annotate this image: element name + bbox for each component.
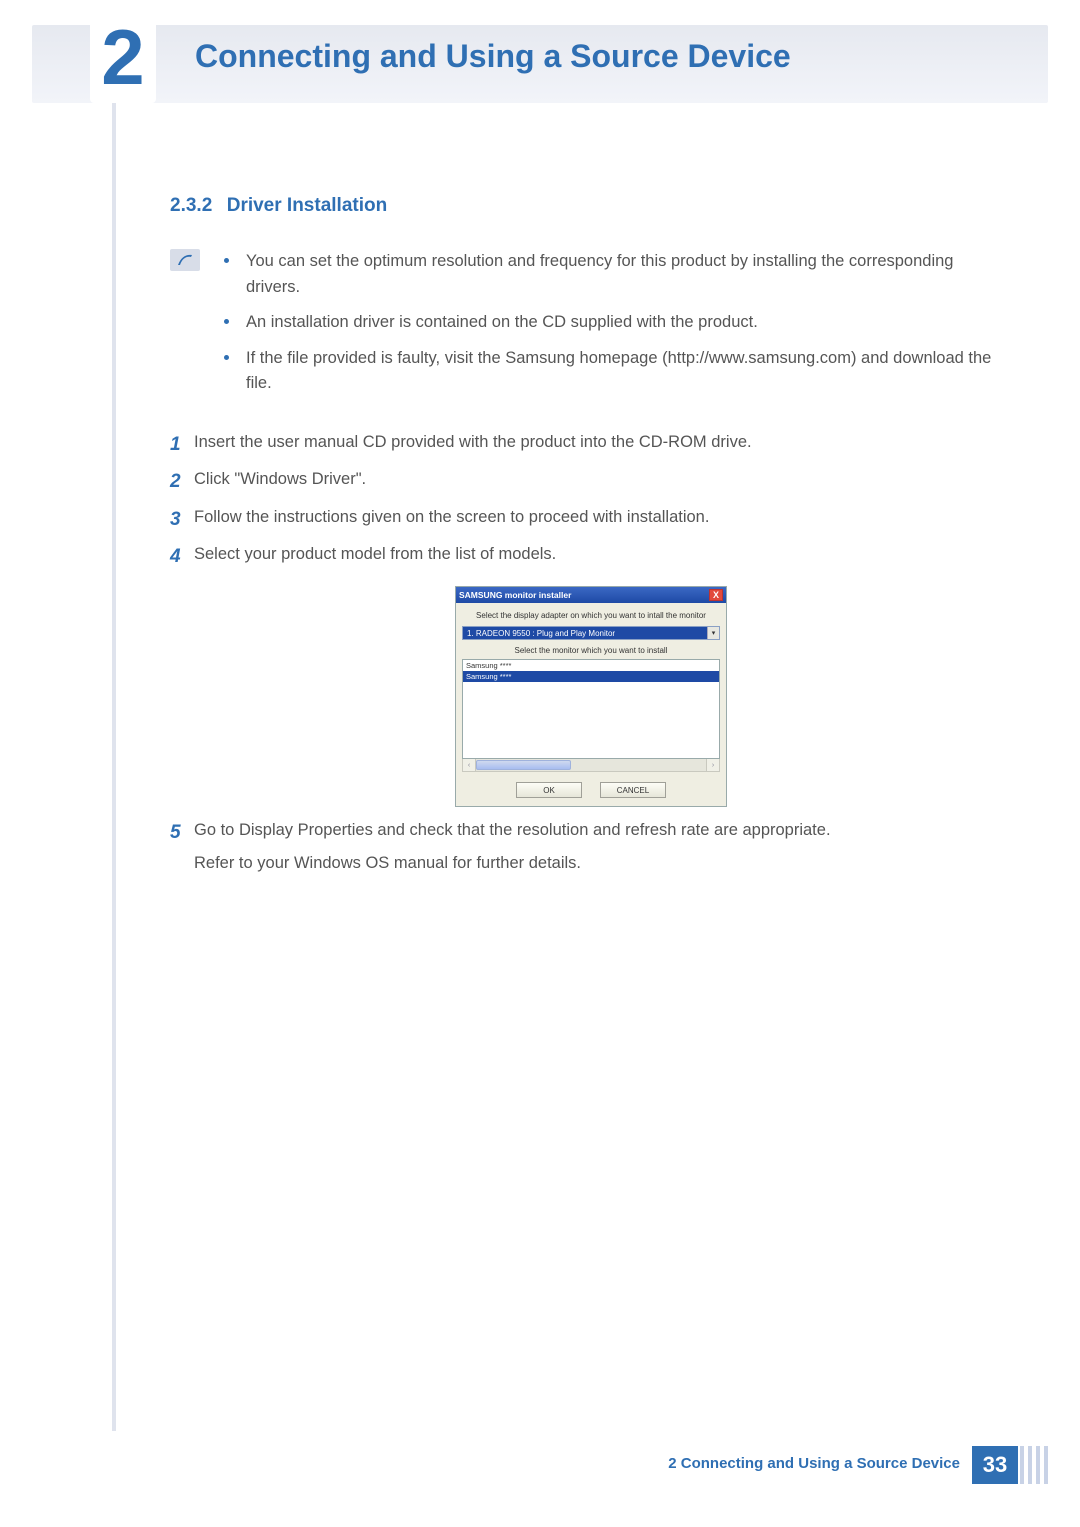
scroll-left-icon[interactable]: ‹ [463,759,476,771]
scroll-right-icon[interactable]: › [706,759,719,771]
ok-button[interactable]: OK [516,782,582,798]
note-block: You can set the optimum resolution and f… [170,249,1012,407]
note-list: You can set the optimum resolution and f… [218,249,1012,407]
footer-chapter-title: 2 Connecting and Using a Source Device [668,1455,960,1472]
step-number: 1 [170,429,194,460]
list-item[interactable]: Samsung **** [463,660,719,671]
step-2: 2 Click "Windows Driver". [170,466,1012,497]
installer-dialog: SAMSUNG monitor installer X Select the d… [455,586,727,807]
step-text-line: Go to Display Properties and check that … [194,817,1012,844]
chapter-badge: 2 [90,10,156,103]
footer-chapter-name: Connecting and Using a Source Device [681,1455,960,1472]
section-title: Driver Installation [227,195,388,217]
monitor-label: Select the monitor which you want to ins… [462,646,720,655]
step-5: 5 Go to Display Properties and check tha… [170,817,1012,877]
footer-chapter-number: 2 [668,1455,676,1472]
dialog-titlebar: SAMSUNG monitor installer X [456,587,726,603]
step-text: Follow the instructions given on the scr… [194,504,1012,535]
adapter-dropdown[interactable]: 1. RADEON 9550 : Plug and Play Monitor ▾ [462,626,720,640]
monitor-listbox[interactable]: Samsung **** Samsung **** [462,659,720,759]
step-text: Click "Windows Driver". [194,466,1012,497]
scroll-thumb[interactable] [476,760,571,770]
step-3: 3 Follow the instructions given on the s… [170,504,1012,535]
section-heading: 2.3.2 Driver Installation [170,195,1012,217]
step-text: Select your product model from the list … [194,541,1012,572]
step-text: Insert the user manual CD provided with … [194,429,1012,460]
chapter-number: 2 [101,18,144,96]
page-footer: 2 Connecting and Using a Source Device 3… [0,1446,1080,1484]
chapter-title: Connecting and Using a Source Device [195,38,791,75]
step-number: 5 [170,817,194,877]
note-item: You can set the optimum resolution and f… [218,249,1012,300]
adapter-value: 1. RADEON 9550 : Plug and Play Monitor [467,629,615,638]
left-margin-rule [112,26,116,1431]
page-content: 2.3.2 Driver Installation You can set th… [170,195,1012,884]
embedded-screenshot: SAMSUNG monitor installer X Select the d… [170,586,1012,807]
note-item: An installation driver is contained on t… [218,310,1012,336]
dialog-body: Select the display adapter on which you … [456,603,726,806]
section-number: 2.3.2 [170,195,212,217]
adapter-label: Select the display adapter on which you … [462,611,720,620]
chevron-down-icon[interactable]: ▾ [707,627,719,639]
footer-decoration [1020,1446,1048,1484]
page-number: 33 [972,1446,1018,1484]
step-1: 1 Insert the user manual CD provided wit… [170,429,1012,460]
dialog-buttons: OK CANCEL [462,782,720,798]
note-icon [170,249,200,271]
dialog-title: SAMSUNG monitor installer [459,590,571,600]
step-text-line: Refer to your Windows OS manual for furt… [194,850,1012,877]
step-4: 4 Select your product model from the lis… [170,541,1012,572]
horizontal-scrollbar[interactable]: ‹ › [462,759,720,772]
step-number: 4 [170,541,194,572]
step-number: 2 [170,466,194,497]
list-item[interactable]: Samsung **** [463,671,719,682]
step-text: Go to Display Properties and check that … [194,817,1012,877]
cancel-button[interactable]: CANCEL [600,782,666,798]
step-number: 3 [170,504,194,535]
note-item: If the file provided is faulty, visit th… [218,346,1012,397]
steps-list: 1 Insert the user manual CD provided wit… [170,429,1012,878]
close-icon[interactable]: X [709,589,723,601]
